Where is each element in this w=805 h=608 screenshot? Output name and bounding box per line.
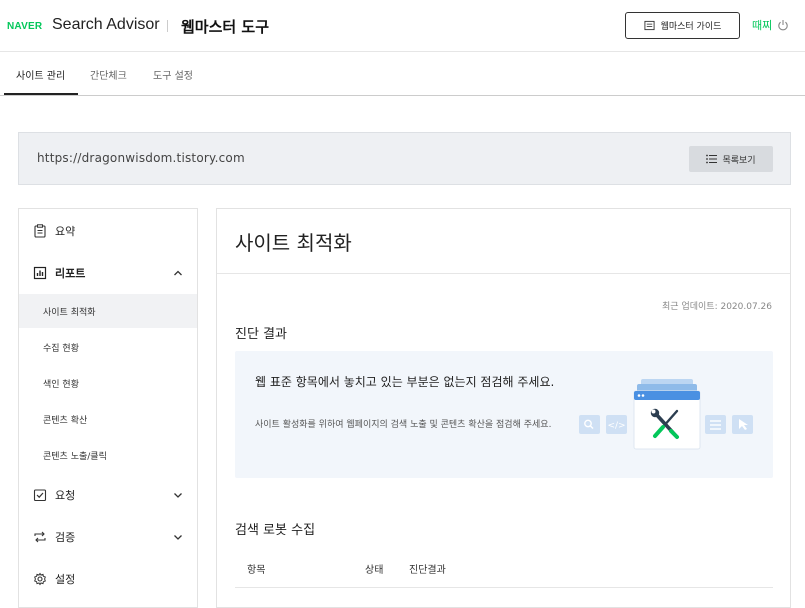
- chevron-up-icon[interactable]: [173, 268, 183, 278]
- logout-power-icon[interactable]: [777, 19, 789, 31]
- sidebar-subitem-site-optimization[interactable]: 사이트 최적화: [19, 294, 197, 328]
- site-list-button[interactable]: 목록보기: [689, 146, 773, 172]
- bar-chart-icon: [33, 266, 47, 280]
- sidebar-subitem-crawl-status[interactable]: 수집 현황: [19, 330, 197, 364]
- webmaster-guide-button[interactable]: 웹마스터 가이드: [625, 12, 740, 39]
- site-url-bar: https://dragonwisdom.tistory.com 목록보기: [18, 132, 791, 185]
- web-tools-illustration: </>: [579, 379, 753, 450]
- list-button-label: 목록보기: [722, 155, 756, 166]
- sidebar-item-summary[interactable]: 요약: [19, 213, 197, 249]
- table-header-result: 진단결과: [409, 565, 446, 576]
- guide-book-icon: [644, 20, 655, 31]
- chevron-down-icon[interactable]: [173, 532, 183, 542]
- diagnosis-main-message: 웹 표준 항목에서 놓치고 있는 부분은 없는지 점검해 주세요.: [255, 375, 555, 389]
- title-divider: [217, 273, 790, 274]
- logo-divider: [167, 20, 168, 32]
- main-content-panel: 사이트 최적화 최근 업데이트: 2020.07.26 진단 결과 웹 표준 항…: [216, 208, 791, 608]
- sidebar-label-request: 요청: [55, 489, 76, 502]
- table-header-item: 항목: [247, 565, 266, 576]
- diagnosis-sub-message: 사이트 활성화를 위하여 웹페이지의 검색 노출 및 콘텐츠 확산을 점검해 주…: [255, 420, 552, 430]
- search-advisor-logo[interactable]: Search Advisor: [52, 16, 160, 34]
- tab-site-management[interactable]: 사이트 관리: [16, 67, 65, 82]
- clipboard-icon: [34, 224, 46, 238]
- site-url: https://dragonwisdom.tistory.com: [37, 151, 245, 165]
- sidebar-subitem-index-status[interactable]: 색인 현황: [19, 366, 197, 400]
- tab-quick-check[interactable]: 간단체크: [90, 67, 127, 82]
- diagnosis-section-title: 진단 결과: [235, 327, 287, 342]
- user-name[interactable]: 때찌: [752, 17, 772, 33]
- robot-crawl-section-title: 검색 로봇 수집: [235, 523, 316, 538]
- svg-text:</>: </>: [607, 421, 625, 431]
- tab-tool-settings[interactable]: 도구 설정: [153, 67, 193, 82]
- sidebar-item-request[interactable]: 요청: [19, 477, 197, 513]
- left-sidebar: 요약 리포트 사이트 최적화 수집 현황 색인 현황 콘텐츠 확산 콘텐츠 노출…: [18, 208, 198, 608]
- list-icon: [706, 154, 718, 164]
- repeat-arrows-icon: [34, 531, 46, 543]
- main-tabs: 사이트 관리 간단체크 도구 설정: [0, 53, 805, 96]
- sidebar-item-report[interactable]: 리포트: [19, 255, 197, 291]
- last-updated: 최근 업데이트: 2020.07.26: [662, 302, 772, 312]
- sidebar-item-settings[interactable]: 설정: [19, 561, 197, 597]
- table-header-status: 상태: [365, 565, 384, 576]
- naver-logo[interactable]: NAVER: [7, 21, 42, 32]
- sidebar-label-verify: 검증: [55, 531, 76, 544]
- diagnosis-result-box: 웹 표준 항목에서 놓치고 있는 부분은 없는지 점검해 주세요. 사이트 활성…: [235, 351, 773, 478]
- top-header: NAVER Search Advisor 웹마스터 도구 웹마스터 가이드 때찌: [0, 0, 805, 52]
- sidebar-label-report: 리포트: [55, 267, 86, 280]
- active-tab-indicator: [4, 93, 78, 95]
- gear-icon: [34, 572, 46, 586]
- table-header-divider: [235, 587, 773, 588]
- checkbox-icon: [33, 489, 47, 502]
- webmaster-tool-title[interactable]: 웹마스터 도구: [181, 16, 269, 37]
- sidebar-item-verify[interactable]: 검증: [19, 519, 197, 555]
- sidebar-label-settings: 설정: [55, 573, 76, 586]
- guide-button-label: 웹마스터 가이드: [660, 22, 722, 32]
- sidebar-subitem-content-exposure[interactable]: 콘텐츠 노출/클릭: [19, 438, 197, 472]
- page-title: 사이트 최적화: [235, 231, 352, 255]
- sidebar-subitem-content-spread[interactable]: 콘텐츠 확산: [19, 402, 197, 436]
- sidebar-label-summary: 요약: [55, 225, 76, 238]
- chevron-down-icon[interactable]: [173, 490, 183, 500]
